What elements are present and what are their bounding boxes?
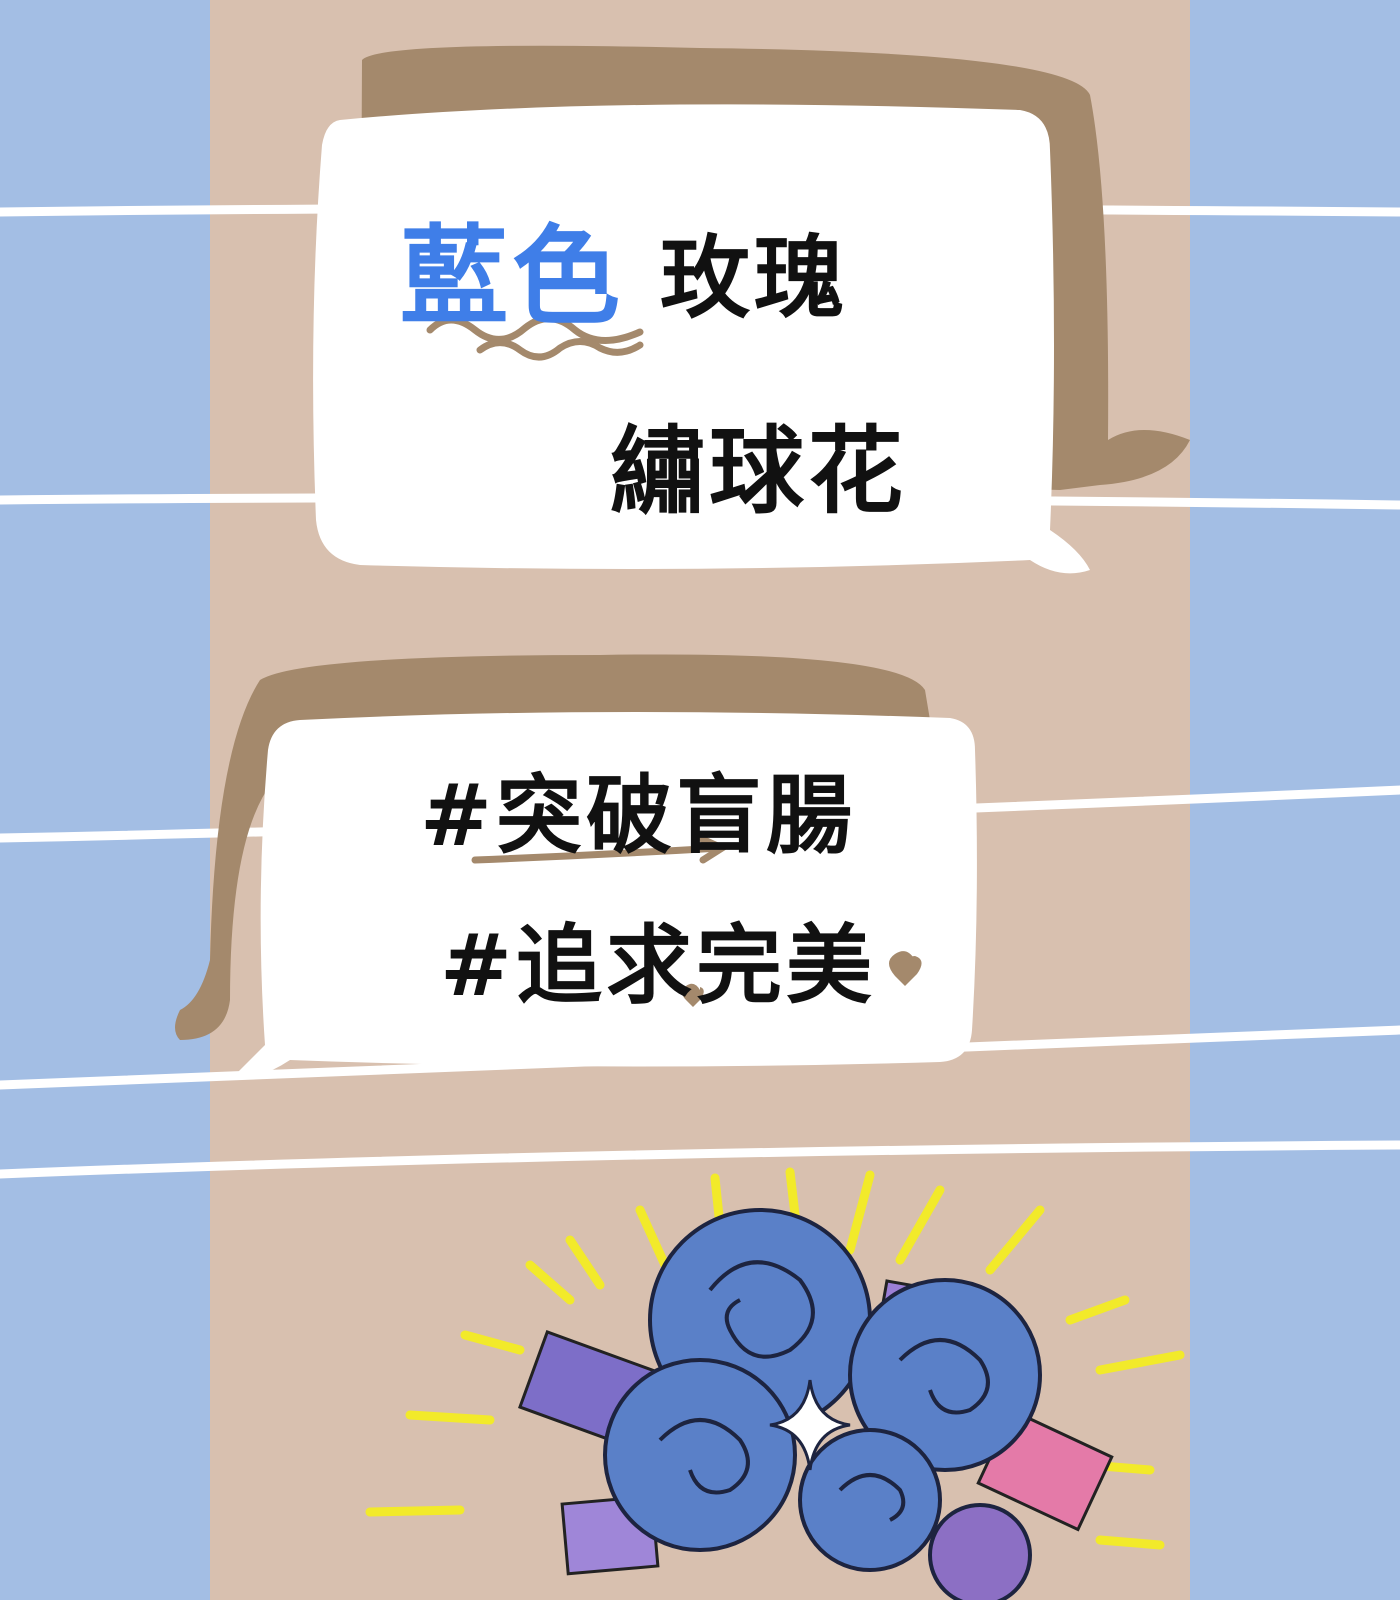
bubble1-title-blue: 藍色	[400, 215, 625, 340]
bubble1-title-rest: 玫瑰	[660, 226, 848, 331]
bubble1-subtitle: 繡球花	[610, 417, 908, 527]
bubble2-line1: #突破盲腸	[420, 766, 857, 866]
bubble2-line2: #追求完美	[440, 916, 877, 1016]
blue-rose-bouquet-icon	[603, 1208, 1042, 1600]
